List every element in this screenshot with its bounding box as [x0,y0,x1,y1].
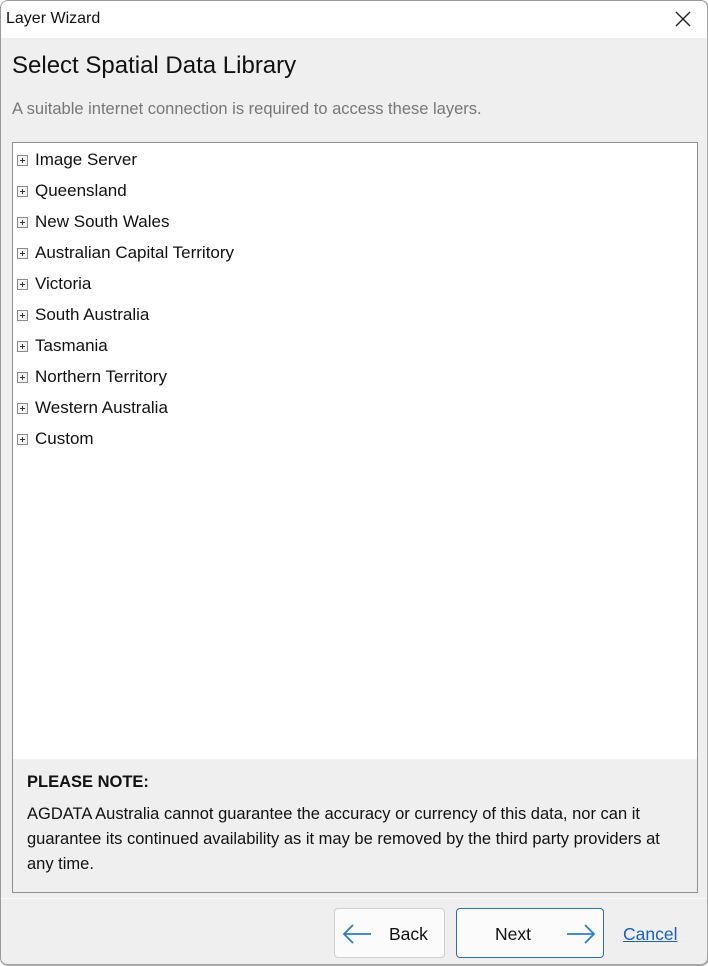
expand-icon[interactable] [17,278,28,290]
expand-icon[interactable] [17,309,28,321]
library-tree[interactable]: Image Server Queensland New South Wales … [12,142,698,760]
page-subtitle: A suitable internet connection is requir… [12,100,482,118]
disclaimer-title: PLEASE NOTE: [27,773,149,791]
tree-item-label: South Australia [35,305,150,324]
tree-item-western-australia[interactable]: Western Australia [17,394,168,422]
expand-icon[interactable] [17,185,28,197]
close-icon [675,11,691,27]
arrow-left-icon [342,924,371,944]
window-title: Layer Wizard [6,10,101,27]
disclaimer-panel: PLEASE NOTE: AGDATA Australia cannot gua… [12,759,698,893]
tree-item-image-server[interactable]: Image Server [17,146,137,174]
cancel-link[interactable]: Cancel [623,924,677,945]
back-button[interactable]: Back [334,908,445,958]
tree-item-victoria[interactable]: Victoria [17,270,91,298]
expand-icon[interactable] [17,371,28,383]
title-bar: Layer Wizard [1,1,707,38]
next-button-label: Next [495,924,531,944]
tree-item-northern-territory[interactable]: Northern Territory [17,363,167,391]
tree-item-label: Custom [35,429,94,448]
expand-icon[interactable] [17,433,28,445]
tree-item-label: Image Server [35,150,138,169]
expand-icon[interactable] [17,247,28,259]
tree-item-custom[interactable]: Custom [17,425,94,453]
tree-item-label: New South Wales [35,212,170,231]
tree-item-label: Northern Territory [35,367,167,386]
tree-item-tasmania[interactable]: Tasmania [17,332,108,360]
tree-item-label: Queensland [35,181,127,200]
expand-icon[interactable] [17,340,28,352]
tree-item-label: Tasmania [35,336,108,355]
close-button[interactable] [673,9,693,29]
tree-item-label: Western Australia [35,398,168,417]
expand-icon[interactable] [17,216,28,228]
tree-item-label: Australian Capital Territory [35,243,235,262]
arrow-right-icon [567,924,596,944]
expand-icon[interactable] [17,402,28,414]
next-button[interactable]: Next [456,908,604,958]
tree-item-south-australia[interactable]: South Australia [17,301,149,329]
expand-icon[interactable] [17,154,28,166]
layer-wizard-window: Layer Wizard Select Spatial Data Library… [0,0,708,966]
back-button-label: Back [389,924,428,944]
tree-item-queensland[interactable]: Queensland [17,177,127,205]
page-title: Select Spatial Data Library [12,52,297,79]
disclaimer-text: AGDATA Australia cannot guarantee the ac… [27,805,660,873]
tree-item-new-south-wales[interactable]: New South Wales [17,208,169,236]
tree-item-label: Victoria [35,274,92,293]
footer-divider [1,898,707,899]
tree-item-act[interactable]: Australian Capital Territory [17,239,234,267]
